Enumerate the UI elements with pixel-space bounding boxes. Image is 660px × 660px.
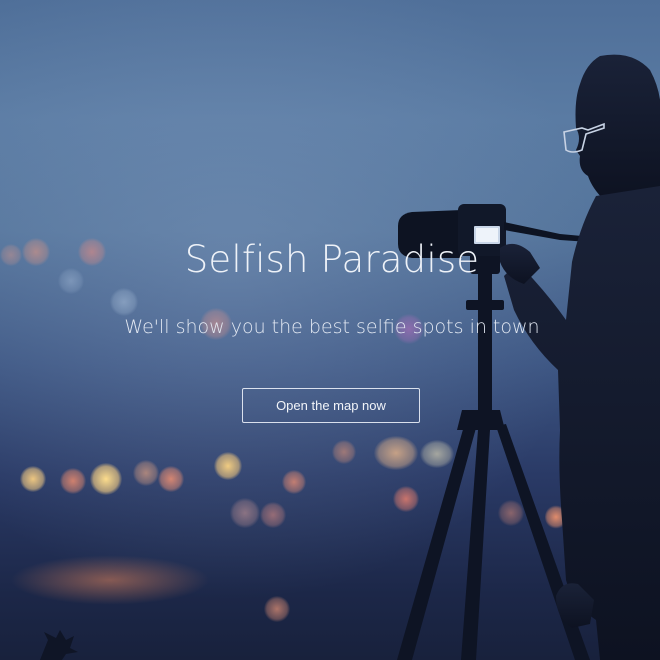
hero-subtitle: We'll show you the best selfie spots in … bbox=[124, 316, 540, 338]
hero-title: Selfish Paradise bbox=[184, 238, 480, 281]
open-map-button[interactable]: Open the map now bbox=[242, 388, 420, 423]
hero-section: Selfish Paradise We'll show you the best… bbox=[0, 0, 660, 660]
hero-content: Selfish Paradise We'll show you the best… bbox=[0, 0, 660, 660]
